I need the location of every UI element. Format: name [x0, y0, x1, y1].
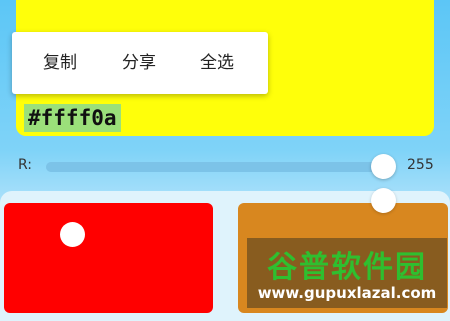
red-channel-label: R:: [18, 157, 33, 173]
watermark-title: 谷普软件园: [267, 250, 427, 285]
hex-value-text[interactable]: #ffff0a: [24, 104, 121, 132]
share-menu-item[interactable]: 分享: [122, 52, 156, 74]
site-watermark: 谷普软件园 www.gupuxlazal.com: [247, 238, 447, 308]
red-slider-fill: [46, 162, 384, 172]
red-slider-track[interactable]: [46, 162, 384, 172]
select-all-menu-item[interactable]: 全选: [200, 52, 234, 74]
text-context-menu: 复制 分享 全选: [12, 32, 268, 94]
red-swatch-card[interactable]: [4, 203, 213, 313]
red-slider-thumb[interactable]: [371, 154, 396, 179]
swatch-select-handle[interactable]: [60, 222, 85, 247]
red-channel-value: 255: [407, 157, 434, 173]
copy-menu-item[interactable]: 复制: [43, 52, 77, 74]
slider-handle[interactable]: [371, 188, 396, 213]
watermark-url: www.gupuxlazal.com: [257, 284, 437, 302]
